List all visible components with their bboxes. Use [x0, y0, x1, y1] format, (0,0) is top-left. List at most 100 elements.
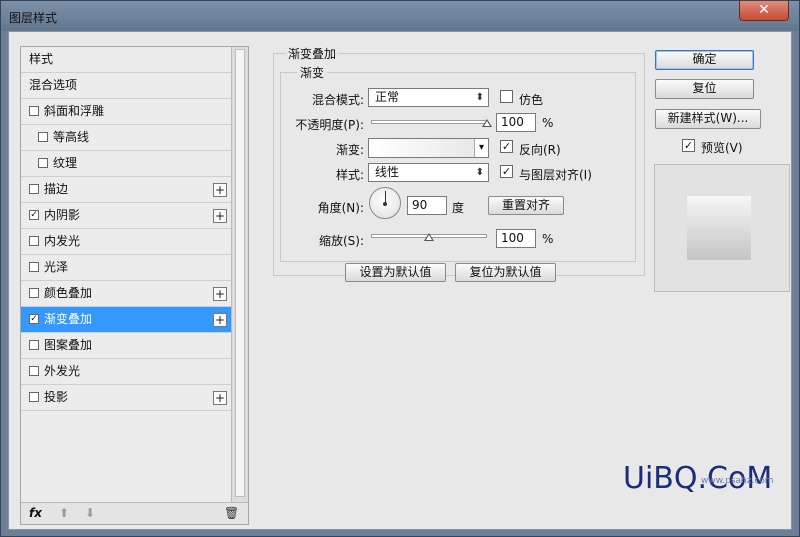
blend-mode-value: 正常	[375, 90, 400, 104]
style-list-item[interactable]: ✓ 内阴影 +	[21, 203, 231, 229]
style-list-item[interactable]: 样式	[21, 47, 231, 73]
style-list-item-label: 描边	[44, 182, 69, 196]
add-effect-icon[interactable]: +	[213, 391, 227, 405]
preview-swatch	[687, 196, 751, 260]
opacity-unit: %	[542, 116, 554, 130]
opacity-input[interactable]: 100	[496, 113, 536, 132]
style-list-item[interactable]: 纹理	[21, 151, 231, 177]
style-preview	[654, 164, 790, 292]
style-list-item-label: 图案叠加	[44, 338, 93, 352]
angle-center-dot	[383, 202, 387, 206]
gradient-dropdown-arrow-icon[interactable]: ▾	[474, 139, 488, 157]
watermark-url: www.psahz.com	[701, 476, 774, 486]
style-list-item[interactable]: 投影 +	[21, 385, 231, 411]
style-list-item-label: 纹理	[53, 156, 78, 170]
scrollbar-thumb[interactable]	[235, 49, 245, 497]
move-up-icon[interactable]: ⬆	[59, 506, 69, 520]
list-scrollbar[interactable]	[231, 47, 248, 502]
reverse-label: 反向(R)	[519, 143, 561, 157]
angle-label: 角度(N):	[317, 201, 364, 215]
effect-checkbox[interactable]	[38, 157, 48, 168]
style-list-item[interactable]: 图案叠加	[21, 333, 231, 359]
blend-mode-select[interactable]: 正常 ⬍	[368, 88, 489, 107]
style-list-item[interactable]: 颜色叠加 +	[21, 281, 231, 307]
checkmark-icon: ✓	[501, 165, 512, 178]
style-list-item[interactable]: 内发光	[21, 229, 231, 255]
align-with-layer-label: 与图层对齐(I)	[519, 168, 592, 182]
close-button[interactable]: ✕	[739, 1, 789, 21]
style-select[interactable]: 线性 ⬍	[368, 163, 489, 182]
style-list-item-label: 内发光	[44, 234, 81, 248]
style-list-item-label: 样式	[29, 52, 54, 66]
reset-button[interactable]: 复位	[655, 79, 754, 99]
fx-icon[interactable]: fx	[29, 506, 42, 520]
align-with-layer-checkbox[interactable]: ✓	[500, 165, 513, 178]
move-down-icon[interactable]: ⬇	[85, 506, 95, 520]
effect-checkbox[interactable]	[29, 339, 39, 350]
gradient-subgroup-title: 渐变	[297, 64, 328, 81]
gradient-picker[interactable]: ▾	[368, 138, 489, 158]
style-list-item-label: 内阴影	[44, 208, 81, 222]
style-list-item[interactable]: 光泽	[21, 255, 231, 281]
effect-checkbox[interactable]	[29, 391, 39, 402]
style-list-item-label: 混合选项	[29, 78, 78, 92]
angle-unit: 度	[452, 201, 465, 215]
opacity-slider-track[interactable]	[371, 120, 487, 124]
style-list-item[interactable]: 混合选项	[21, 73, 231, 99]
dither-checkbox[interactable]	[500, 90, 513, 103]
ok-button[interactable]: 确定	[655, 50, 754, 70]
effect-checkbox[interactable]	[29, 365, 39, 376]
style-list-item-label: 外发光	[44, 364, 81, 378]
style-list-item-label: 渐变叠加	[44, 312, 93, 326]
effect-checkbox[interactable]: ✓	[29, 313, 39, 324]
preview-label: 预览(V)	[701, 141, 743, 155]
reverse-checkbox[interactable]: ✓	[500, 140, 513, 153]
scale-unit: %	[542, 232, 554, 246]
style-value: 线性	[375, 165, 400, 179]
new-style-button[interactable]: 新建样式(W)...	[655, 109, 761, 129]
angle-input[interactable]: 90	[407, 196, 447, 215]
add-effect-icon[interactable]: +	[213, 287, 227, 301]
effect-checkbox[interactable]	[29, 235, 39, 246]
scale-slider-handle[interactable]	[424, 233, 434, 241]
title-bar[interactable]: 图层样式 ✕	[1, 1, 799, 31]
effect-checkbox[interactable]: ✓	[29, 209, 39, 220]
style-list-item-label: 颜色叠加	[44, 286, 93, 300]
effect-checkbox[interactable]	[29, 287, 39, 298]
trash-icon[interactable]: 🗑	[224, 506, 239, 520]
style-list-item[interactable]: 斜面和浮雕	[21, 99, 231, 125]
checkmark-icon: ✓	[683, 139, 694, 152]
reset-align-button[interactable]: 重置对齐	[488, 196, 564, 215]
effect-checkbox[interactable]	[29, 261, 39, 272]
opacity-slider-handle[interactable]	[482, 119, 492, 127]
style-list-item[interactable]: 外发光	[21, 359, 231, 385]
angle-dial[interactable]	[369, 187, 401, 219]
style-list-item-label: 投影	[44, 390, 69, 404]
style-list-item[interactable]: 等高线	[21, 125, 231, 151]
set-default-button[interactable]: 设置为默认值	[345, 263, 446, 282]
dropdown-arrow-icon: ⬍	[475, 92, 484, 103]
dither-label: 仿色	[519, 93, 544, 107]
scale-input[interactable]: 100	[496, 229, 536, 248]
effect-checkbox[interactable]	[29, 105, 39, 116]
reset-default-button[interactable]: 复位为默认值	[455, 263, 556, 282]
blend-mode-label: 混合模式:	[311, 93, 364, 107]
style-label: 样式:	[335, 168, 364, 182]
opacity-label: 不透明度(P):	[295, 118, 364, 132]
add-effect-icon[interactable]: +	[213, 209, 227, 223]
list-footer: fx ⬆ ⬇ 🗑	[21, 502, 248, 524]
add-effect-icon[interactable]: +	[213, 313, 227, 327]
preview-checkbox[interactable]: ✓	[682, 139, 695, 152]
add-effect-icon[interactable]: +	[213, 183, 227, 197]
style-list-item[interactable]: 描边 +	[21, 177, 231, 203]
style-list-items: 样式混合选项斜面和浮雕 等高线纹理描边 + ✓ 内阴影 + 内发光光泽颜色叠加 + ✓ 渐变叠加 +…	[21, 47, 231, 411]
style-list-item[interactable]: ✓ 渐变叠加 +	[21, 307, 231, 333]
layer-style-dialog: 图层样式 ✕ 样式 混合选项 斜面和浮雕 等高线 纹理 描边 + ✓ 内阴影 + 内发光 光泽 颜色叠加…	[0, 0, 800, 537]
gradient-overlay-title: 渐变叠加	[285, 45, 340, 62]
effect-checkbox[interactable]	[38, 131, 48, 142]
checkmark-icon: ✓	[501, 140, 512, 153]
dialog-client-area: 样式混合选项斜面和浮雕 等高线纹理描边 + ✓ 内阴影 + 内发光光泽颜色叠加 + ✓ 渐变叠加 +…	[8, 31, 792, 530]
gradient-label: 渐变:	[335, 143, 364, 157]
effect-checkbox[interactable]	[29, 183, 39, 194]
scale-label: 缩放(S):	[318, 234, 364, 248]
